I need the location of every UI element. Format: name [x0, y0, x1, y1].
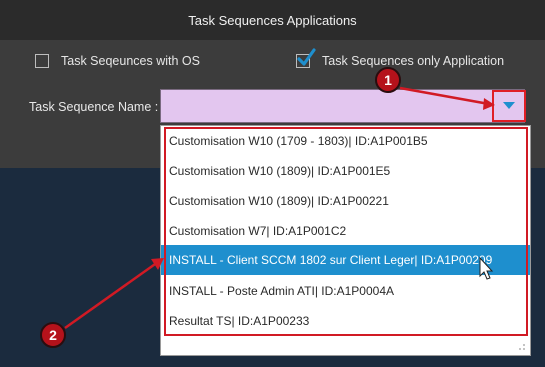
mouse-pointer-icon — [479, 256, 494, 280]
badge-2-label: 2 — [49, 327, 57, 343]
annotation-badge-2: 2 — [40, 322, 66, 348]
arrow-2-line — [64, 260, 159, 330]
badge-1-label: 1 — [384, 72, 392, 88]
arrow-1-line — [399, 86, 490, 106]
arrow-2-head — [151, 258, 164, 270]
annotation-arrows — [64, 86, 495, 330]
arrow-1-head — [483, 98, 495, 110]
annotation-badge-1: 1 — [375, 67, 401, 93]
